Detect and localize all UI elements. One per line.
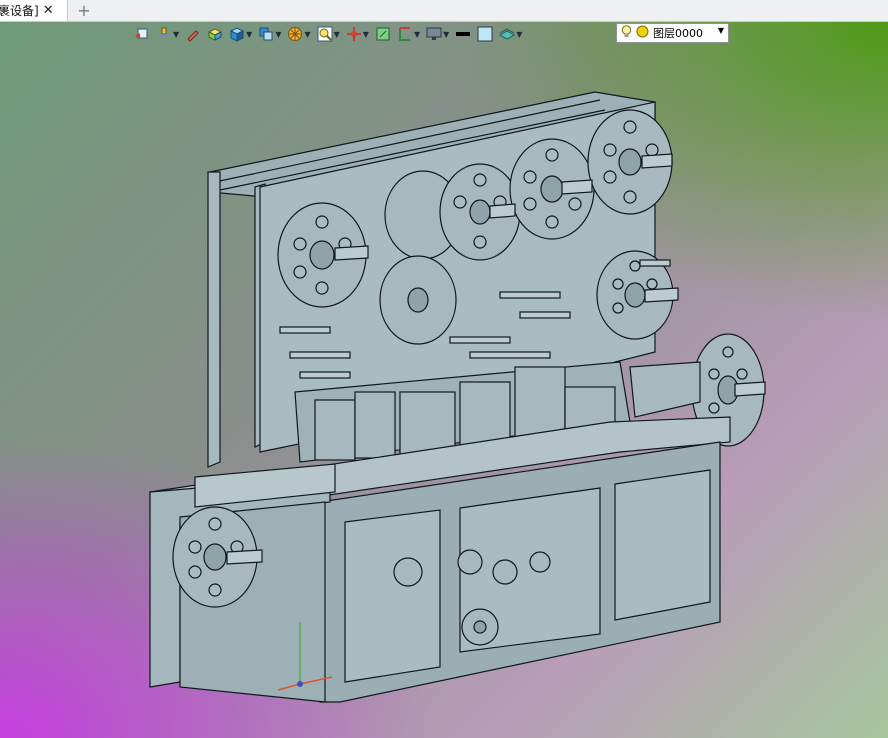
tab-bar: 裹设备] ✕ + bbox=[0, 0, 888, 22]
close-icon[interactable]: ✕ bbox=[43, 4, 54, 17]
add-tab-button[interactable]: + bbox=[74, 0, 94, 21]
document-tab-title: 裹设备] bbox=[0, 4, 39, 18]
machine-model[interactable] bbox=[0, 22, 888, 738]
document-tab[interactable]: 裹设备] ✕ bbox=[0, 0, 68, 21]
model-viewport[interactable]: ▼ ▼ ▼ ▼ ▼ ▼ ▼ ▼ ▼ 图层0000 ▼ bbox=[0, 22, 888, 738]
